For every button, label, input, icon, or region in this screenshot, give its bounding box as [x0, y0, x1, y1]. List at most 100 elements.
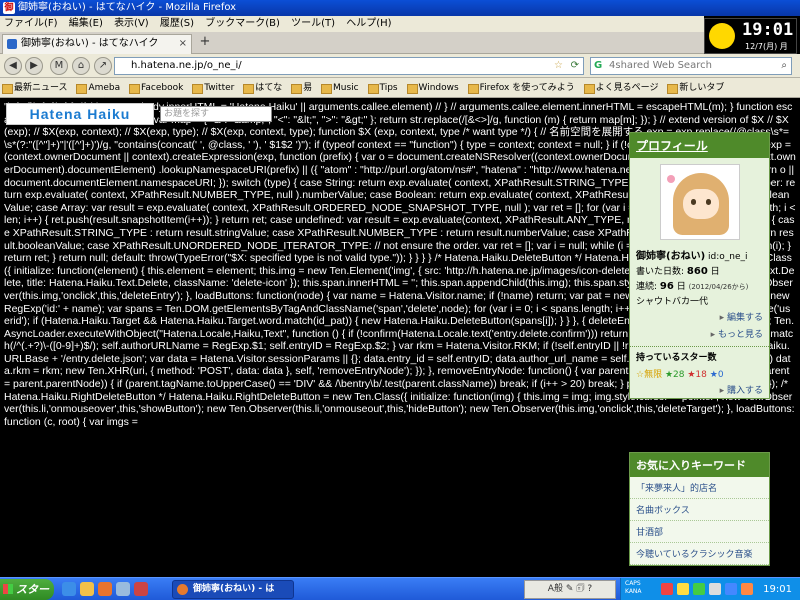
- ime-language-bar[interactable]: A般 ✎ 🗊 ?: [524, 580, 616, 599]
- tray-notification-icon[interactable]: [677, 583, 689, 595]
- clock-widget: 19:01 12/7(月) 月: [704, 18, 797, 54]
- menu-edit[interactable]: 編集(E): [65, 16, 107, 32]
- navigation-toolbar: ◀ ▶ M ⌂ ↗ h.hatena.ne.jp/o_ne_i/ ☆ ⟳ G 4…: [0, 54, 800, 78]
- bookmark-item[interactable]: 新しいタブ: [665, 78, 728, 97]
- url-bar[interactable]: h.hatena.ne.jp/o_ne_i/ ☆ ⟳: [114, 57, 584, 75]
- window-title: 御姉寧(おねい) - はてなハイク - Mozilla Firefox: [18, 2, 237, 13]
- bookmark-item[interactable]: 最新ニュース: [0, 78, 72, 97]
- taskbar-firefox-item[interactable]: 御姉寧(おねい) - はて...: [172, 580, 294, 599]
- quick-launch-ie-icon[interactable]: [62, 582, 76, 596]
- topic-search-input[interactable]: お題を探す: [160, 106, 272, 122]
- menu-bookmarks[interactable]: ブックマーク(B): [201, 16, 284, 32]
- days-unit: 日: [710, 267, 720, 277]
- profile-panel: プロフィール 御姉寧(おねい) id:o_ne_i 書いた日数: 860 日 連…: [629, 132, 770, 399]
- tab-label: 御姉寧(おねい) - はてなハイク: [21, 38, 159, 49]
- menu-history[interactable]: 履歴(S): [156, 16, 198, 32]
- keyword-link[interactable]: 今聴いているクラシック音楽: [630, 543, 769, 565]
- streak-unit: 日: [676, 282, 686, 292]
- profile-name: 御姉寧(おねい): [636, 251, 706, 262]
- profile-name-row: 御姉寧(おねい) id:o_ne_i: [630, 246, 769, 263]
- avatar-flower-icon: [666, 175, 675, 183]
- bookmark-item[interactable]: Ameba: [74, 78, 124, 97]
- streak-since: (2012/04/26から): [688, 283, 749, 291]
- star-red: ★18: [687, 370, 707, 380]
- page-content: "); }, {}); }, }); } }; if (document.bod…: [0, 99, 800, 577]
- bookmark-item[interactable]: Windows: [405, 78, 463, 97]
- caps-kana-indicator: CAPS KANA: [625, 580, 642, 595]
- start-button[interactable]: スタート: [0, 579, 54, 600]
- quick-launch-desktop-icon[interactable]: [116, 582, 130, 596]
- window-titlebar: 御 御姉寧(おねい) - はてなハイク - Mozilla Firefox: [0, 0, 800, 16]
- tray-clock[interactable]: 19:01: [763, 578, 792, 600]
- streak-label: 連続:: [636, 282, 658, 292]
- quick-launch-media-icon[interactable]: [134, 582, 148, 596]
- forward-button[interactable]: ▶: [25, 57, 43, 75]
- favorite-keywords-panel: お気に入りキーワード 「来夢来人」的店名 名曲ボックス 甘酒部 今聴いているクラ…: [629, 452, 770, 566]
- avatar-face: [682, 189, 719, 219]
- screen: 御 御姉寧(おねい) - はてなハイク - Mozilla Firefox 19…: [0, 0, 800, 600]
- menu-view[interactable]: 表示(V): [110, 16, 153, 32]
- profile-heading[interactable]: プロフィール: [630, 133, 769, 158]
- clock-time: 19:01: [742, 20, 794, 40]
- clock-date: 12/7(月) 月: [745, 42, 788, 51]
- keyword-link[interactable]: 名曲ボックス: [630, 499, 769, 521]
- bookmark-star-icon[interactable]: ☆: [554, 58, 563, 74]
- star-green: ★28: [664, 370, 685, 380]
- tab-active[interactable]: 御姉寧(おねい) - はてなハイク ×: [2, 34, 192, 54]
- bookmark-item[interactable]: Music: [319, 78, 363, 97]
- avatar[interactable]: [659, 164, 740, 240]
- home-icon[interactable]: ⌂: [72, 57, 90, 75]
- extension-icon[interactable]: M: [50, 57, 68, 75]
- tab-strip: 御姉寧(おねい) - はてなハイク × +: [0, 32, 704, 54]
- tray-volume-icon[interactable]: [709, 583, 721, 595]
- bookmark-item[interactable]: よく見るページ: [582, 78, 663, 97]
- more-link[interactable]: もっと見る: [630, 325, 769, 342]
- tray-bluetooth-icon[interactable]: [725, 583, 737, 595]
- quick-launch-folder-icon[interactable]: [80, 582, 94, 596]
- search-icon[interactable]: ⌕: [781, 58, 787, 74]
- windows-logo-icon: [3, 584, 13, 594]
- menu-file[interactable]: ファイル(F): [0, 16, 62, 32]
- windows-taskbar: スタート 御姉寧(おねい) - はて... A般 ✎ 🗊 ? CAPS KANA…: [0, 577, 800, 600]
- star-counts: ☆無限 ★28 ★18 ★0: [630, 366, 769, 381]
- tab-close-icon[interactable]: ×: [179, 35, 187, 53]
- url-text: h.hatena.ne.jp/o_ne_i/: [131, 60, 242, 71]
- tray-network-icon[interactable]: [693, 583, 705, 595]
- menu-tools[interactable]: ツール(T): [287, 16, 339, 32]
- buy-stars-link[interactable]: 購入する: [630, 381, 769, 398]
- new-tab-button[interactable]: +: [196, 35, 214, 51]
- star-blue: ★0: [709, 370, 724, 380]
- hatena-haiku-logo[interactable]: Hatena Haiku: [6, 103, 154, 125]
- bookmarks-toolbar: 最新ニュース Ameba Facebook Twitter はてな 易 Musi…: [0, 78, 800, 98]
- search-placeholder: 4shared Web Search: [609, 60, 712, 71]
- streak-count: 96: [659, 281, 674, 292]
- tray-update-icon[interactable]: [741, 583, 753, 595]
- menu-help[interactable]: ヘルプ(H): [342, 16, 395, 32]
- days-written-row: 書いた日数: 860 日: [630, 263, 769, 278]
- profile-note: シャウトバカ一代: [636, 297, 709, 307]
- search-input[interactable]: G 4shared Web Search ⌕: [590, 57, 792, 75]
- days-count: 860: [686, 266, 708, 277]
- bookmark-item[interactable]: Tips: [366, 78, 402, 97]
- system-tray: CAPS KANA 19:01: [620, 578, 800, 600]
- bookmark-item[interactable]: Firefox を使ってみよう: [466, 78, 579, 97]
- avatar-eye: [705, 199, 711, 205]
- bookmark-item[interactable]: Facebook: [127, 78, 187, 97]
- tray-antivirus-icon[interactable]: [661, 583, 673, 595]
- edit-profile-link[interactable]: 編集する: [630, 308, 769, 325]
- keyword-link[interactable]: 甘酒部: [630, 521, 769, 543]
- quick-launch-firefox-icon[interactable]: [98, 582, 112, 596]
- profile-id[interactable]: id:o_ne_i: [708, 252, 748, 262]
- bookmark-item[interactable]: はてな: [241, 78, 286, 97]
- streak-row: 連続: 96 日 (2012/04/26から): [630, 278, 769, 293]
- back-button[interactable]: ◀: [4, 57, 22, 75]
- bookmark-item[interactable]: 易: [289, 78, 316, 97]
- firefox-icon: [177, 584, 188, 595]
- keyword-link[interactable]: 「来夢来人」的店名: [630, 477, 769, 499]
- share-icon[interactable]: ↗: [94, 57, 112, 75]
- search-engine-icon[interactable]: G: [594, 58, 602, 74]
- avatar-eye: [690, 199, 696, 205]
- bookmark-item[interactable]: Twitter: [190, 78, 238, 97]
- taskbar-item-label: 御姉寧(おねい) - はて...: [193, 584, 275, 594]
- reload-icon[interactable]: ⟳: [571, 58, 579, 74]
